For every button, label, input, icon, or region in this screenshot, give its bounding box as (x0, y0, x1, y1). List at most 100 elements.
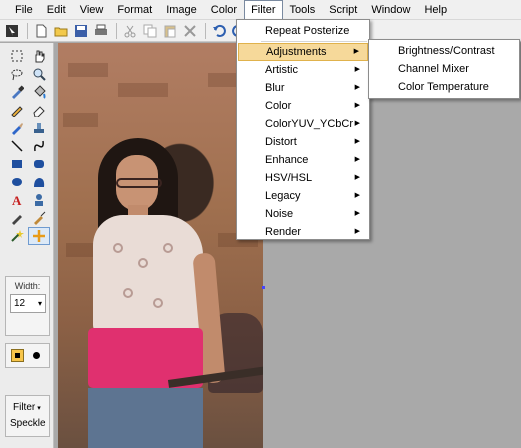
eyedropper-icon[interactable] (6, 83, 28, 101)
magic-wand-icon[interactable] (6, 227, 28, 245)
menu-item-label: Render (265, 226, 302, 238)
filter-dropdown-label: Filter (13, 402, 36, 413)
move-icon[interactable] (28, 227, 50, 245)
menu-separator (261, 41, 367, 42)
cut-icon[interactable] (121, 22, 139, 40)
menu-format[interactable]: Format (110, 0, 159, 20)
menu-script[interactable]: Script (322, 0, 364, 20)
menu-item-label: HSV/HSL (265, 172, 313, 184)
menu-item-legacy[interactable]: Legacy ▶ (238, 187, 368, 205)
menu-item-label: Distort (265, 136, 297, 148)
menu-item-channel-mixer[interactable]: Channel Mixer (370, 60, 518, 78)
select-icon[interactable] (3, 22, 21, 40)
brush-icon[interactable] (6, 119, 28, 137)
menu-image[interactable]: Image (159, 0, 204, 20)
save-icon[interactable] (72, 22, 90, 40)
menu-filter[interactable]: Filter (244, 0, 283, 20)
width-select[interactable]: 12 ▾ (10, 294, 46, 313)
menu-item-brightness-contrast[interactable]: Brightness/Contrast (370, 42, 518, 60)
submenu-arrow-icon: ▶ (354, 174, 360, 181)
svg-text:A: A (12, 193, 22, 207)
menu-item-repeat-posterize[interactable]: Repeat Posterize (238, 22, 368, 40)
text-icon[interactable]: A (6, 191, 28, 209)
menu-item-label: Noise (265, 208, 294, 220)
rect-select-icon[interactable] (6, 47, 28, 65)
submenu-arrow-icon: ▶ (354, 156, 360, 163)
toolbar-separator (205, 22, 206, 39)
submenu-arrow-icon: ▶ (354, 228, 360, 235)
menu-file[interactable]: File (8, 0, 40, 20)
adjustments-submenu: Brightness/Contrast Channel Mixer Color … (368, 39, 520, 99)
freeform-shape-icon[interactable] (28, 173, 50, 191)
print-icon[interactable] (92, 22, 110, 40)
menu-help[interactable]: Help (417, 0, 454, 20)
menu-item-enhance[interactable]: Enhance ▶ (238, 151, 368, 169)
menu-item-coloryuv[interactable]: ColorYUV_YCbCr ▶ (238, 115, 368, 133)
menu-item-adjustments[interactable]: Adjustments ▶ (238, 43, 368, 61)
menu-item-render[interactable]: Render ▶ (238, 223, 368, 241)
open-folder-icon[interactable] (52, 22, 70, 40)
menu-item-label: Adjustments (266, 46, 327, 58)
copy-icon[interactable] (141, 22, 159, 40)
submenu-arrow-icon: ▶ (353, 48, 359, 55)
filter-menu: Repeat Posterize Adjustments ▶ Artistic … (236, 19, 370, 240)
toolbox: A Width: 12 ▾ Filter ▾ Speckle (0, 43, 54, 448)
curve-icon[interactable] (28, 137, 50, 155)
filter-dropdown[interactable]: Filter ▾ (13, 402, 41, 413)
chevron-down-icon: ▾ (37, 405, 41, 412)
menu-item-color[interactable]: Color ▶ (238, 97, 368, 115)
clone-icon[interactable] (28, 191, 50, 209)
undo-icon[interactable] (210, 22, 228, 40)
width-label: Width: (14, 281, 41, 291)
toolbar-separator (116, 22, 117, 39)
fill-mode-button[interactable] (11, 349, 24, 362)
menu-item-label: Enhance (265, 154, 309, 166)
paste-icon[interactable] (161, 22, 179, 40)
eraser-icon[interactable] (28, 101, 50, 119)
menu-item-color-temperature[interactable]: Color Temperature (370, 78, 518, 96)
hand-icon[interactable] (28, 47, 50, 65)
width-panel: Width: 12 ▾ (5, 276, 50, 336)
menu-tools[interactable]: Tools (283, 0, 323, 20)
filter-panel: Filter ▾ Speckle (5, 395, 50, 437)
submenu-arrow-icon: ▶ (354, 138, 360, 145)
tool-grid: A (6, 47, 50, 245)
smudge-icon[interactable] (28, 209, 50, 227)
menu-bar: File Edit View Format Image Color Filter… (0, 0, 521, 20)
submenu-arrow-icon: ▶ (354, 84, 360, 91)
filter-current-value: Speckle (10, 418, 46, 429)
zoom-icon[interactable] (28, 65, 50, 83)
menu-item-label: Repeat Posterize (265, 25, 350, 37)
lasso-icon[interactable] (6, 65, 28, 83)
stamp-icon[interactable] (28, 119, 50, 137)
new-file-icon[interactable] (32, 22, 50, 40)
menu-item-label: Blur (265, 82, 285, 94)
chevron-down-icon: ▾ (37, 299, 42, 308)
menu-window[interactable]: Window (364, 0, 417, 20)
submenu-arrow-icon: ▶ (354, 210, 360, 217)
menu-item-label: Artistic (265, 64, 298, 76)
line-icon[interactable] (6, 137, 28, 155)
menu-item-blur[interactable]: Blur ▶ (238, 79, 368, 97)
menu-item-noise[interactable]: Noise ▶ (238, 205, 368, 223)
submenu-arrow-icon: ▶ (354, 192, 360, 199)
menu-view[interactable]: View (73, 0, 111, 20)
menu-item-artistic[interactable]: Artistic ▶ (238, 61, 368, 79)
pencil-icon[interactable] (6, 101, 28, 119)
menu-item-hsv-hsl[interactable]: HSV/HSL ▶ (238, 169, 368, 187)
submenu-arrow-icon: ▶ (354, 120, 360, 127)
menu-edit[interactable]: Edit (40, 0, 73, 20)
selection-handle[interactable] (262, 286, 265, 289)
pen-icon[interactable] (6, 209, 28, 227)
paint-bucket-icon[interactable] (28, 83, 50, 101)
dot-mode-button[interactable] (33, 352, 40, 359)
submenu-arrow-icon: ▶ (354, 66, 360, 73)
submenu-arrow-icon: ▶ (354, 102, 360, 109)
ellipse-icon[interactable] (6, 173, 28, 191)
delete-icon[interactable] (181, 22, 199, 40)
rounded-rect-icon[interactable] (28, 155, 50, 173)
rectangle-icon[interactable] (6, 155, 28, 173)
menu-item-distort[interactable]: Distort ▶ (238, 133, 368, 151)
toolbar-separator (27, 22, 28, 39)
menu-color[interactable]: Color (204, 0, 244, 20)
